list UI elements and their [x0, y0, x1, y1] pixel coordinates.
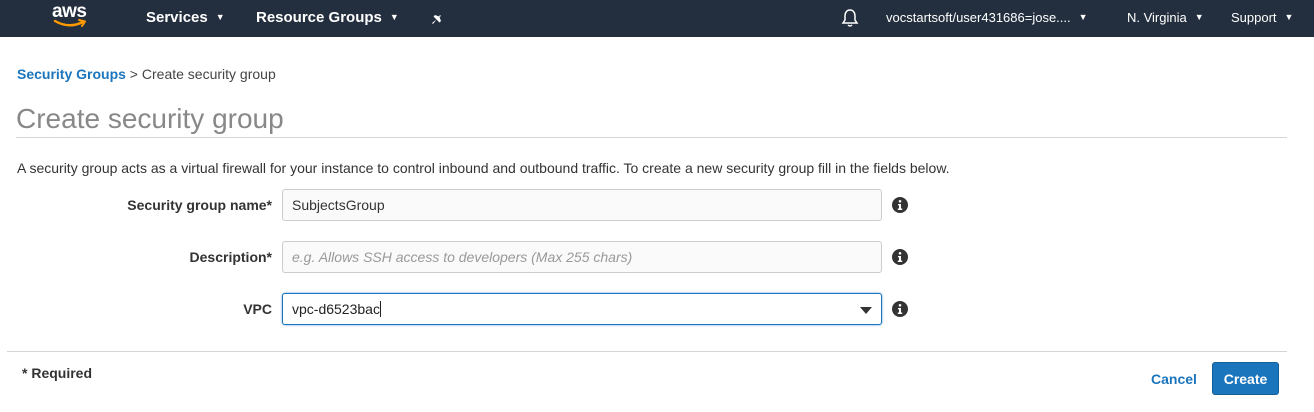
text-cursor: [379, 301, 381, 317]
breadcrumb: Security Groups > Create security group: [17, 66, 276, 82]
chevron-down-icon: ▼: [215, 12, 225, 22]
support-menu[interactable]: Support ▼: [1231, 0, 1293, 37]
create-button[interactable]: Create: [1212, 362, 1279, 395]
resource-groups-label: Resource Groups: [256, 9, 382, 26]
services-label: Services: [146, 9, 208, 26]
top-navigation-bar: aws Services ▼ Resource Groups ▼ vocstarts…: [0, 0, 1314, 37]
info-icon[interactable]: [892, 197, 908, 213]
pin-icon[interactable]: [430, 10, 446, 26]
caret-down-icon: [860, 307, 872, 314]
info-icon[interactable]: [892, 249, 908, 265]
vpc-select-value: vpc-d6523bac: [292, 301, 381, 317]
region-menu[interactable]: N. Virginia ▼: [1127, 0, 1204, 37]
breadcrumb-separator: >: [125, 66, 142, 82]
page-title: Create security group: [16, 103, 284, 134]
account-label: vocstartsoft/user431686=jose....: [886, 10, 1071, 25]
description-input[interactable]: [282, 241, 882, 273]
description-label: Description*: [189, 249, 272, 265]
info-icon[interactable]: [892, 301, 908, 317]
security-group-name-label: Security group name*: [127, 197, 272, 213]
aws-smile-icon: [53, 19, 86, 27]
cancel-button[interactable]: Cancel: [1146, 363, 1202, 395]
breadcrumb-current: Create security group: [141, 66, 276, 82]
support-label: Support: [1231, 10, 1277, 25]
account-menu[interactable]: vocstartsoft/user431686=jose.... ▼: [886, 0, 1088, 37]
chevron-down-icon: ▼: [1284, 12, 1294, 22]
title-divider: [16, 137, 1287, 138]
chevron-down-icon: ▼: [1194, 12, 1204, 22]
vpc-select[interactable]: vpc-d6523bac: [282, 293, 882, 325]
vpc-label: VPC: [243, 301, 272, 317]
footer-divider: [7, 351, 1287, 352]
services-menu[interactable]: Services ▼: [146, 0, 225, 37]
required-note: * Required: [22, 365, 93, 381]
vpc-value-text: vpc-d6523bac: [292, 301, 380, 317]
bell-icon[interactable]: [840, 8, 860, 28]
intro-text: A security group acts as a virtual firew…: [17, 160, 950, 176]
region-label: N. Virginia: [1127, 10, 1187, 25]
aws-logo[interactable]: aws: [52, 2, 92, 34]
chevron-down-icon: ▼: [389, 12, 399, 22]
chevron-down-icon: ▼: [1078, 12, 1088, 22]
resource-groups-menu[interactable]: Resource Groups ▼: [256, 0, 399, 37]
security-group-name-input[interactable]: [282, 189, 882, 221]
breadcrumb-security-groups-link[interactable]: Security Groups: [17, 66, 126, 82]
